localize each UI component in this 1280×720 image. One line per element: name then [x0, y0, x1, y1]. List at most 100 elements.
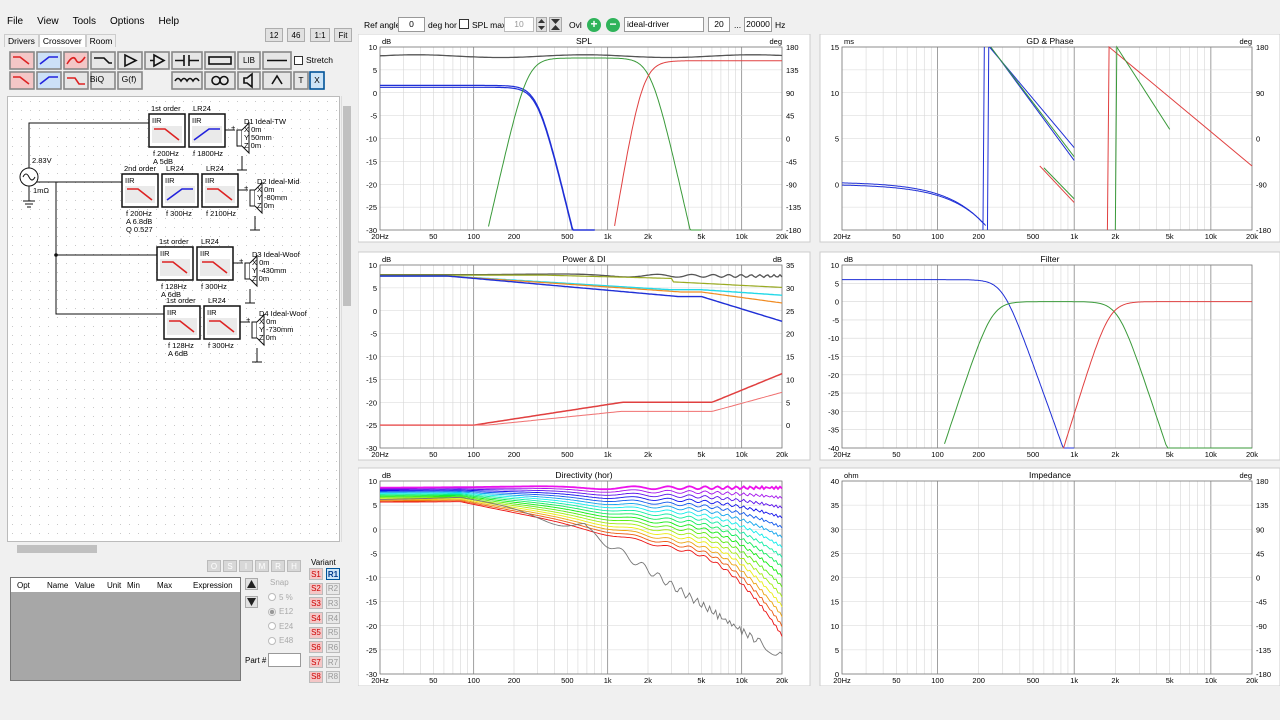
variant-s3-button[interactable]: S3: [309, 597, 323, 610]
x-tick-label: 50: [429, 450, 437, 459]
plot-gd[interactable]: 15 18010 905 00 -90-180GD & Phasems deg20Hz 50…: [819, 34, 1280, 243]
y-tick-label: 15: [831, 43, 839, 52]
freq-from-input[interactable]: 20: [708, 17, 730, 32]
snap-option-1[interactable]: E12: [268, 605, 293, 620]
variant-r3-button[interactable]: R3: [326, 597, 340, 610]
plot-filter[interactable]: 1050-5-10-15-20-25-30-35-40FilterdB20Hz 5…: [819, 251, 1280, 461]
zoom-fit-button[interactable]: Fit: [334, 28, 352, 42]
variant-r1-button[interactable]: R1: [326, 568, 340, 580]
variant-s2-button[interactable]: S2: [309, 582, 323, 595]
x-tick-label: 10k: [736, 232, 748, 241]
y-tick-label: 25: [831, 549, 839, 558]
left-unit: dB: [382, 255, 391, 264]
menu-options[interactable]: Options: [103, 14, 151, 32]
plus-sign: +: [244, 183, 249, 192]
variant-s6-button[interactable]: S6: [309, 641, 323, 654]
variant-s4-button[interactable]: S4: [309, 612, 323, 625]
gf-button[interactable]: G(f): [118, 72, 140, 87]
snap-option-3[interactable]: E48: [268, 634, 293, 649]
mode-s-button[interactable]: S: [223, 560, 237, 572]
plot-imp[interactable]: 40 180 35 135 30 90 25 45 20 0 15 -45 10 -90 5 -135 0 -18…: [819, 467, 1280, 686]
tab-room[interactable]: Room: [85, 34, 117, 47]
snap-option-label: 5 %: [279, 592, 293, 602]
x-tick-label: 2k: [644, 232, 652, 241]
plot-spl[interactable]: 10 180 5 135 0 90 -5 45 -10 0 -15 -45 -20 -90 -25 -135 -…: [358, 34, 811, 243]
variant-r6-button[interactable]: R6: [326, 641, 340, 654]
spl-range-button[interactable]: [549, 17, 562, 32]
t-button[interactable]: T: [294, 73, 308, 87]
zoom-1to1-button[interactable]: 1:1: [310, 28, 330, 42]
menu-help[interactable]: Help: [151, 14, 186, 32]
osimrh-buttons: OSIMRH: [207, 560, 301, 572]
variant-s1-button[interactable]: S1: [309, 568, 323, 580]
y-tick-label: -15: [828, 353, 839, 362]
y2-tick-label: -180: [1256, 226, 1271, 235]
mode-m-button[interactable]: M: [255, 560, 269, 572]
y-tick-label: -10: [366, 135, 377, 144]
plus-sign: +: [239, 256, 244, 265]
part-number-input[interactable]: [268, 653, 301, 667]
lib-button[interactable]: LIB: [238, 53, 260, 68]
add-overlay-icon[interactable]: +: [587, 18, 601, 32]
variant-s7-button[interactable]: S7: [309, 656, 323, 669]
mode-r-button[interactable]: R: [271, 560, 285, 572]
snap-option-label: E48: [279, 636, 294, 646]
y-tick-label: -20: [366, 398, 377, 407]
menu-tools[interactable]: Tools: [66, 14, 103, 32]
spl-max-spinner[interactable]: [536, 17, 547, 32]
mode-h-button[interactable]: H: [287, 560, 301, 572]
variant-r2-button[interactable]: R2: [326, 582, 340, 595]
driver-z: Z 0m: [252, 274, 269, 283]
remove-overlay-icon[interactable]: −: [606, 18, 620, 32]
move-up-button[interactable]: [245, 578, 258, 590]
horizontal-scrollbar[interactable]: [7, 543, 340, 555]
plot-title: SPL: [576, 36, 592, 46]
zoom-46-button[interactable]: 46: [287, 28, 305, 42]
biq-button[interactable]: BiQ: [86, 72, 108, 87]
plot-power[interactable]: 10 355 300 25-5 20-10 15-15 10-20 5-25 0-30Power…: [358, 251, 811, 461]
filter-toolbar: [9, 51, 339, 91]
deg-hor-label: deg hor: [428, 20, 457, 30]
spl-max-input[interactable]: 10: [504, 17, 534, 32]
variant-r4-button[interactable]: R4: [326, 612, 340, 625]
ref-angle-label: Ref angle: [364, 20, 401, 30]
parameter-table[interactable]: Opt Name Value Unit Min Max Expression: [10, 577, 241, 681]
stretch-checkbox[interactable]: [294, 56, 303, 65]
variant-r7-button[interactable]: R7: [326, 656, 340, 669]
x-tick-label: 5k: [697, 450, 705, 459]
variant-r8-button[interactable]: R8: [326, 670, 340, 683]
y2-tick-label: -90: [1256, 622, 1267, 631]
schematic-canvas[interactable]: 2.83V 1mΩ IIR IIR +1st order LR24 f 200Hz A 5dB…: [7, 96, 340, 542]
ref-angle-input[interactable]: 0: [398, 17, 425, 32]
plot-dir[interactable]: 1050-5-10-15-20-25-30Directivity (hor)dB…: [358, 467, 811, 686]
vertical-scrollbar[interactable]: [341, 96, 352, 542]
snap-option-0[interactable]: 5 %: [268, 590, 293, 605]
menu-file[interactable]: File: [0, 14, 30, 32]
overlay-driver-input[interactable]: ideal-driver: [624, 17, 704, 32]
mode-o-button[interactable]: O: [207, 560, 221, 572]
menu-view[interactable]: View: [30, 14, 66, 32]
x-tick-label: 5k: [697, 232, 705, 241]
zoom-12-button[interactable]: 12: [265, 28, 283, 42]
variant-s8-button[interactable]: S8: [309, 670, 323, 683]
part-label: Part #: [245, 656, 267, 665]
tab-crossover[interactable]: Crossover: [38, 34, 86, 47]
y-tick-label: 0: [373, 307, 377, 316]
x-tick-label: 50: [429, 676, 437, 685]
y2-tick-label: -180: [1256, 670, 1271, 679]
x-tick-label: 200: [972, 232, 985, 241]
variant-s5-button[interactable]: S5: [309, 626, 323, 639]
x-tick-label: 2k: [1111, 232, 1119, 241]
x-button[interactable]: X: [310, 73, 324, 87]
x-tick-label: 10k: [736, 676, 748, 685]
variant-r5-button[interactable]: R5: [326, 626, 340, 639]
spl-max-checkbox[interactable]: [459, 19, 469, 29]
snap-option-2[interactable]: E24: [268, 619, 293, 634]
tab-drivers[interactable]: Drivers: [4, 34, 39, 47]
iir-label: IIR: [152, 116, 162, 125]
y-tick-label: -20: [366, 180, 377, 189]
mode-i-button[interactable]: I: [239, 560, 253, 572]
y2-tick-label: 25: [786, 307, 794, 316]
move-down-button[interactable]: [245, 596, 258, 608]
freq-to-input[interactable]: 20000: [744, 17, 772, 32]
